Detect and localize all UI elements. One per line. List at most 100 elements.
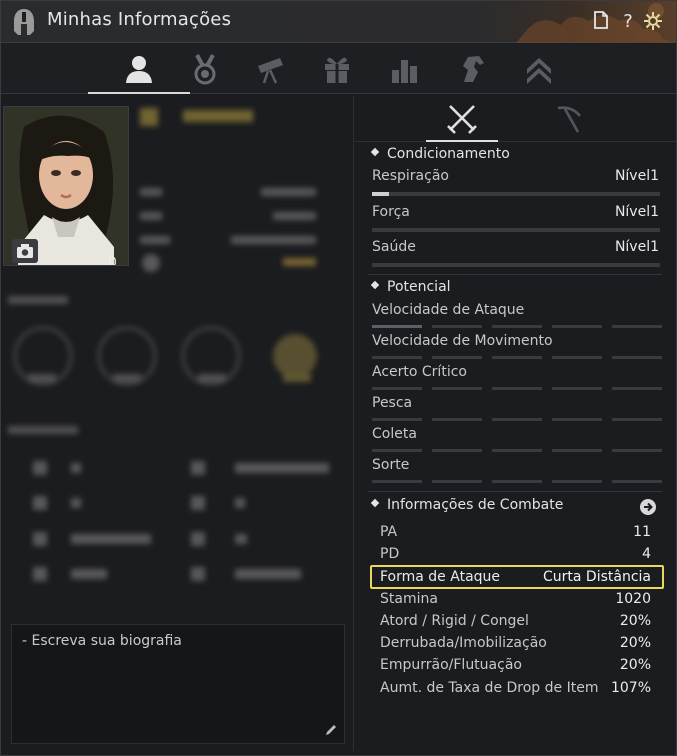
stats-icon — [392, 60, 417, 83]
combat-value-knockback: 20% — [619, 657, 651, 673]
stats-sub-tabs — [354, 96, 676, 142]
stats-panel: Condicionamento Respiração Nível1 Força … — [353, 96, 676, 751]
tab-stats[interactable] — [387, 52, 421, 86]
potential-level-segment — [372, 449, 422, 452]
potential-level-segment — [432, 356, 482, 359]
window-title: Minhas Informações — [47, 9, 232, 30]
luck-level — [372, 480, 662, 483]
pickaxe-icon — [557, 106, 582, 133]
potential-level-segment — [372, 356, 422, 359]
potential-level-segment — [372, 325, 422, 328]
profile-icon — [126, 56, 152, 83]
combat-label-attack-form: Forma de Ataque — [380, 569, 501, 585]
potential-level-segment — [432, 449, 482, 452]
potential-level-segment — [552, 480, 602, 483]
potential-level-segment — [492, 387, 542, 390]
help-button[interactable]: ? — [618, 11, 638, 33]
fishing-level — [372, 418, 662, 421]
breath-progress-bar — [372, 192, 660, 196]
potential-level-segment — [492, 418, 542, 421]
document-icon[interactable] — [591, 11, 611, 33]
potential-level-segment — [612, 480, 662, 483]
potential-level-segment — [552, 387, 602, 390]
conditioning-header: Condicionamento — [370, 146, 510, 162]
potential-level-segment — [612, 449, 662, 452]
conditioning-level-health: Nível1 — [614, 239, 659, 255]
potential-header: Potencial — [370, 279, 451, 295]
biography-text: - Escreva sua biografia — [22, 633, 182, 649]
conditioning-level-breath: Nível1 — [614, 168, 659, 184]
edit-pencil-icon[interactable] — [324, 723, 338, 737]
potential-level-segment — [612, 356, 662, 359]
tab-achievements[interactable] — [188, 52, 222, 86]
tab-explore[interactable] — [254, 52, 288, 86]
conditioning-label-health: Saúde — [372, 239, 416, 255]
combat-value-stamina: 1020 — [615, 591, 651, 607]
potential-level-segment — [432, 480, 482, 483]
conditioning-label-breath: Respiração — [372, 168, 449, 184]
movement-speed-level — [372, 356, 662, 359]
critical-hit-level — [372, 387, 662, 390]
potential-level-segment — [612, 387, 662, 390]
potential-level-segment — [612, 325, 662, 328]
combat-label-ap: PA — [380, 524, 398, 540]
combat-value-drop-rate: 107% — [610, 680, 651, 696]
gathering-level — [372, 449, 662, 452]
potential-level-segment — [372, 480, 422, 483]
combat-label-stamina: Stamina — [380, 591, 438, 607]
potential-level-segment — [552, 449, 602, 452]
character-panel: 0 - Escreva sua biografia — [3, 96, 351, 751]
health-progress-bar — [372, 263, 660, 267]
tab-life-stats[interactable] — [550, 102, 586, 136]
conditioning-level-strength: Nível1 — [614, 204, 659, 220]
potential-level-segment — [492, 480, 542, 483]
potential-critical-hit: Acerto Crítico — [372, 364, 467, 380]
potential-level-segment — [432, 418, 482, 421]
divider — [368, 491, 662, 492]
potential-luck: Sorte — [372, 457, 410, 473]
rank-up-icon — [527, 58, 551, 84]
tab-mount[interactable] — [455, 52, 489, 86]
blurred-character-details — [3, 108, 351, 581]
main-tab-bar — [1, 44, 676, 94]
potential-level-segment — [492, 325, 542, 328]
potential-level-segment — [372, 387, 422, 390]
combat-value-knockdown: 20% — [619, 635, 651, 651]
my-info-window: Minhas Informações ? 0 - Escreva sua bio… — [0, 0, 677, 756]
potential-gathering: Coleta — [372, 426, 417, 442]
combat-label-stun: Atord / Rigid / Congel — [380, 613, 529, 629]
gear-icon[interactable] — [643, 11, 663, 33]
combat-info-header: Informações de Combate — [370, 497, 563, 513]
combat-value-attack-form: Curta Distância — [543, 569, 651, 585]
arrow-right-circle-icon[interactable] — [639, 498, 657, 516]
tab-rank[interactable] — [522, 52, 556, 86]
biography-field[interactable]: - Escreva sua biografia — [11, 624, 345, 744]
potential-level-segment — [432, 387, 482, 390]
potential-level-segment — [492, 356, 542, 359]
combat-value-ap: 11 — [633, 524, 651, 540]
telescope-icon — [258, 58, 283, 84]
gift-icon — [325, 57, 349, 83]
horse-icon — [463, 56, 484, 82]
medal-icon — [194, 54, 216, 85]
potential-attack-speed: Velocidade de Ataque — [372, 302, 525, 318]
potential-level-segment — [492, 449, 542, 452]
tab-gifts[interactable] — [320, 52, 354, 86]
potential-level-segment — [612, 418, 662, 421]
tab-profile[interactable] — [88, 52, 190, 94]
potential-level-segment — [552, 325, 602, 328]
strength-progress-bar — [372, 228, 660, 232]
potential-movement-speed: Velocidade de Movimento — [372, 333, 553, 349]
tab-combat-stats[interactable] — [426, 102, 498, 142]
helmet-logo-icon — [14, 9, 34, 35]
potential-level-segment — [552, 418, 602, 421]
conditioning-label-strength: Força — [372, 204, 410, 220]
combat-label-drop-rate: Aumt. de Taxa de Drop de Item — [380, 680, 599, 696]
title-bar[interactable]: Minhas Informações ? — [1, 1, 676, 43]
combat-value-dp: 4 — [642, 546, 651, 562]
combat-label-dp: PD — [380, 546, 400, 562]
combat-label-knockdown: Derrubada/Imobilização — [380, 635, 547, 651]
attack-speed-level — [372, 325, 662, 328]
potential-fishing: Pesca — [372, 395, 413, 411]
crossed-swords-icon — [447, 105, 477, 134]
